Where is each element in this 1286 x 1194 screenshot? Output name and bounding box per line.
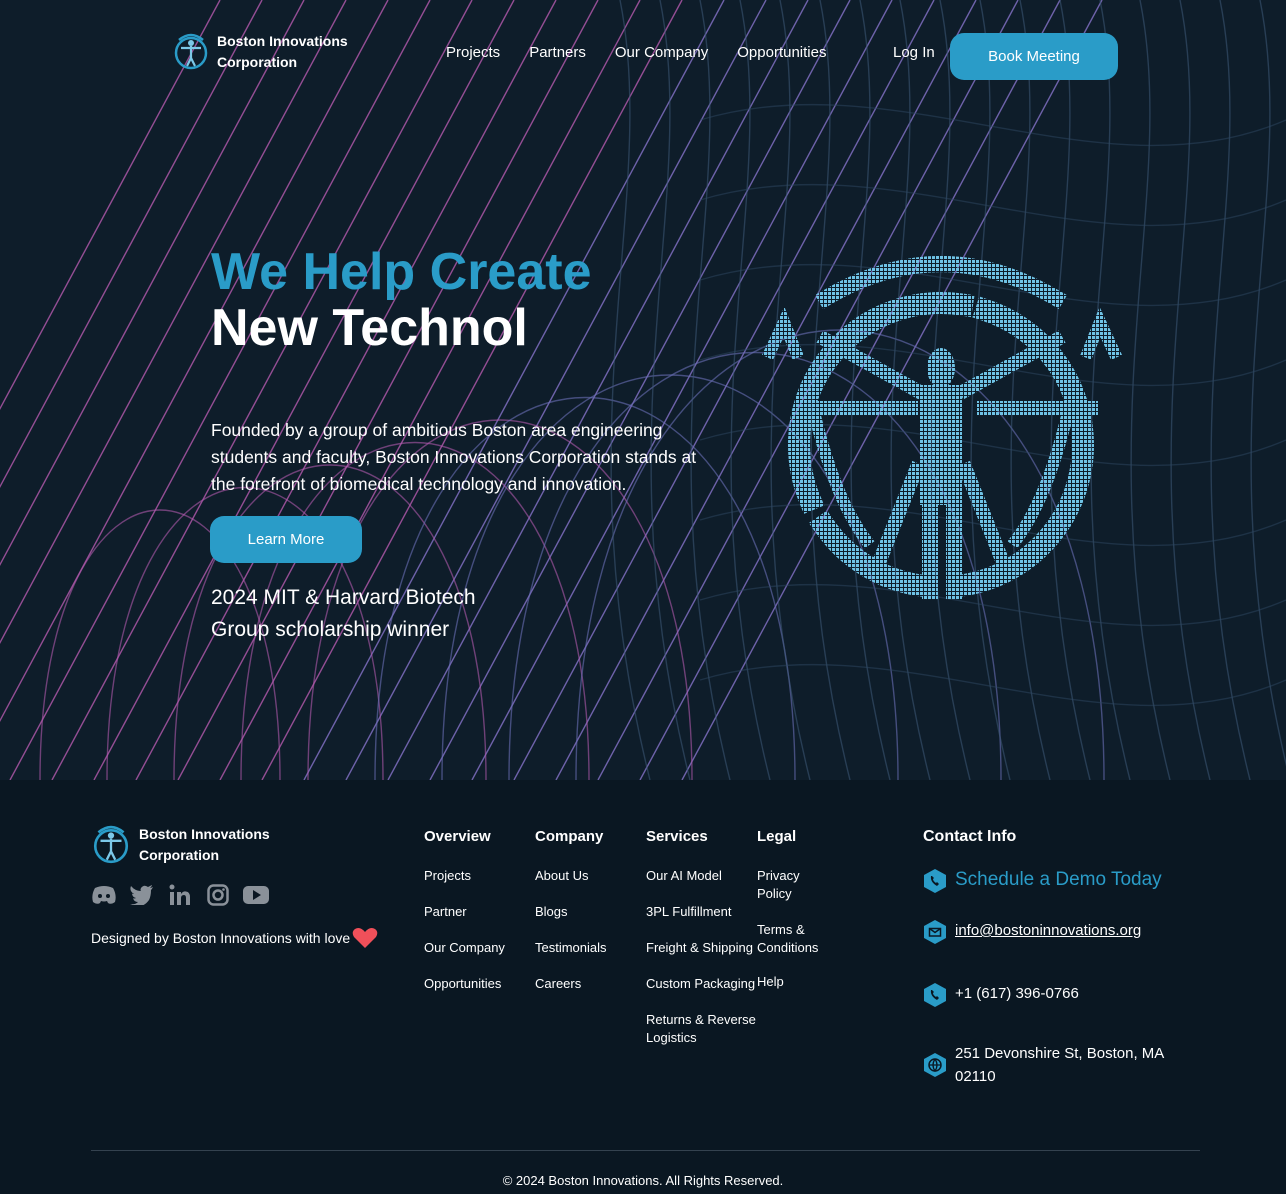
footer-col-legal: Legal Privacy Policy Terms & Conditions … bbox=[757, 828, 827, 1009]
footer-link-projects[interactable]: Projects bbox=[424, 867, 505, 885]
footer-link-terms[interactable]: Terms & Conditions bbox=[757, 921, 827, 957]
mail-icon bbox=[924, 920, 946, 944]
designed-by-text: Designed by Boston Innovations with love bbox=[91, 930, 351, 946]
contact-phone: +1 (617) 396-0766 bbox=[923, 982, 1079, 1008]
designed-by: Designed by Boston Innovations with love bbox=[91, 927, 378, 949]
nav-opportunities[interactable]: Opportunities bbox=[737, 44, 826, 61]
address-text: 251 Devonshire St, Boston, MA 02110 bbox=[955, 1045, 1164, 1085]
instagram-icon[interactable] bbox=[205, 882, 231, 908]
col-title: Overview bbox=[424, 828, 491, 845]
discord-icon[interactable] bbox=[91, 882, 117, 908]
vitruvian-man-icon bbox=[762, 256, 1122, 600]
headline-white: New Technol bbox=[211, 299, 528, 357]
footer-divider bbox=[91, 1150, 1200, 1151]
vitruvian-logo-icon bbox=[93, 825, 129, 864]
footer-link-about-us[interactable]: About Us bbox=[535, 867, 607, 885]
footer-link-3pl[interactable]: 3PL Fulfillment bbox=[646, 903, 758, 921]
hero-section: Boston Innovations Corporation Projects … bbox=[0, 0, 1286, 780]
heart-icon bbox=[352, 928, 378, 948]
col-title: Legal bbox=[757, 828, 797, 845]
footer-col-company: Company About Us Blogs Testimonials Care… bbox=[535, 828, 607, 1011]
footer-link-privacy[interactable]: Privacy Policy bbox=[757, 867, 827, 903]
linkedin-icon[interactable] bbox=[167, 882, 193, 908]
footer-link-freight[interactable]: Freight & Shipping bbox=[646, 939, 758, 957]
social-links bbox=[91, 882, 269, 908]
award-text: 2024 MIT & Harvard Biotech Group scholar… bbox=[211, 586, 476, 641]
header-logo[interactable]: Boston Innovations Corporation bbox=[173, 31, 348, 73]
hero-description: Founded by a group of ambitious Boston a… bbox=[211, 420, 697, 494]
footer-link-our-company[interactable]: Our Company bbox=[424, 939, 505, 957]
hero-headline: We Help Create New Technol bbox=[211, 244, 592, 356]
footer-col-overview: Overview Projects Partner Our Company Op… bbox=[424, 828, 505, 1011]
contact-title: Contact Info bbox=[923, 828, 1017, 845]
footer-logo[interactable]: Boston Innovations Corporation bbox=[91, 824, 270, 866]
contact-email: info@bostoninnovations.org bbox=[923, 919, 1141, 945]
footer-brand-name: Boston Innovations Corporation bbox=[139, 826, 270, 863]
footer-col-services: Services Our AI Model 3PL Fulfillment Fr… bbox=[646, 828, 758, 1065]
phone-icon bbox=[924, 983, 946, 1007]
learn-more-button[interactable]: Learn More bbox=[210, 516, 362, 563]
globe-icon bbox=[924, 1053, 946, 1077]
footer-link-opportunities[interactable]: Opportunities bbox=[424, 975, 505, 993]
footer-link-returns[interactable]: Returns & Reverse Logistics bbox=[646, 1011, 758, 1047]
twitter-icon[interactable] bbox=[129, 882, 155, 908]
headline-blue: We Help Create bbox=[211, 243, 592, 301]
col-title: Services bbox=[646, 828, 708, 845]
contact-address: 251 Devonshire St, Boston, MA 02110 bbox=[923, 1042, 1193, 1088]
nav-projects[interactable]: Projects bbox=[446, 44, 500, 61]
footer-link-ai-model[interactable]: Our AI Model bbox=[646, 867, 758, 885]
footer-link-blogs[interactable]: Blogs bbox=[535, 903, 607, 921]
footer-link-testimonials[interactable]: Testimonials bbox=[535, 939, 607, 957]
nav-our-company[interactable]: Our Company bbox=[615, 44, 708, 61]
login-link[interactable]: Log In bbox=[893, 44, 935, 61]
copyright: © 2024 Boston Innovations. All Rights Re… bbox=[502, 1173, 784, 1188]
brand-name: Boston Innovations Corporation bbox=[217, 33, 348, 70]
vitruvian-logo-icon bbox=[174, 33, 208, 70]
contact-info: Contact Info Schedule a Demo Today info@… bbox=[923, 828, 1223, 1085]
email-link[interactable]: info@bostoninnovations.org bbox=[955, 919, 1141, 942]
footer-link-partner[interactable]: Partner bbox=[424, 903, 505, 921]
footer-link-packaging[interactable]: Custom Packaging bbox=[646, 975, 758, 993]
phone-icon bbox=[924, 869, 946, 893]
contact-demo[interactable]: Schedule a Demo Today bbox=[923, 868, 1162, 894]
footer-link-help[interactable]: Help bbox=[757, 973, 827, 991]
schedule-demo-link[interactable]: Schedule a Demo Today bbox=[955, 868, 1162, 891]
book-meeting-button[interactable]: Book Meeting bbox=[950, 33, 1118, 80]
col-title: Company bbox=[535, 828, 604, 845]
nav-partners[interactable]: Partners bbox=[529, 44, 586, 61]
main-nav: Projects Partners Our Company Opportunit… bbox=[446, 44, 826, 61]
phone-number: +1 (617) 396-0766 bbox=[955, 985, 1079, 1002]
youtube-icon[interactable] bbox=[243, 882, 269, 908]
footer-link-careers[interactable]: Careers bbox=[535, 975, 607, 993]
